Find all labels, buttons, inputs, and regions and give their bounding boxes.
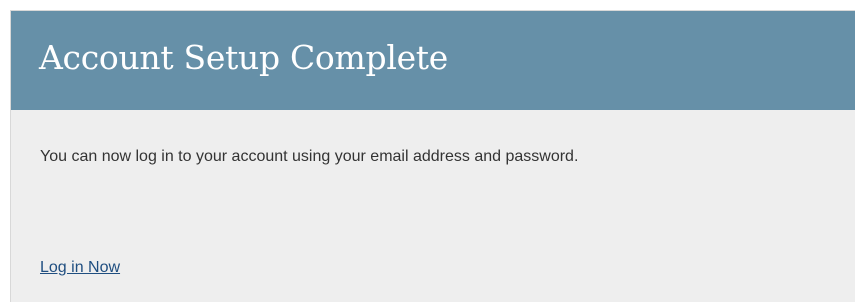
confirmation-message: You can now log in to your account using… bbox=[40, 148, 579, 165]
login-now-link[interactable]: Log in Now bbox=[40, 259, 120, 277]
page-title: Account Setup Complete bbox=[39, 38, 448, 77]
page-header: Account Setup Complete bbox=[11, 11, 855, 110]
account-setup-panel: Account Setup Complete You can now log i… bbox=[10, 10, 855, 302]
